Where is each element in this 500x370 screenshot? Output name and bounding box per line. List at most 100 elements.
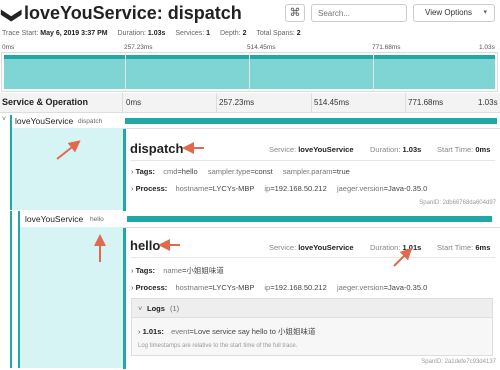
chevron-down-icon[interactable]: ˅ [2, 116, 6, 123]
minimap-gridline [373, 53, 374, 91]
process-row[interactable]: › Process: hostname=LYCYs-MBP ip=192.168… [131, 283, 427, 292]
span-row-dispatch[interactable]: ˅ loveYouService dispatch [0, 114, 500, 129]
log-value: Love service say hello to 小姐姐味道 [193, 327, 316, 336]
chevron-down-icon: ▾ [483, 9, 487, 16]
timeline-gridline [405, 93, 406, 112]
collapse-chevron-icon[interactable]: ❯ [0, 7, 25, 24]
detail-service: Service: loveYouService [269, 243, 354, 252]
divider [130, 160, 495, 161]
detail-start: Start Time: 0ms [437, 145, 490, 154]
services-label: Services: [175, 30, 205, 37]
total-spans-label: Total Spans: [256, 30, 295, 37]
service-color-stripe [10, 211, 12, 227]
process-row[interactable]: › Process: hostname=LYCYs-MBP ip=192.168… [131, 184, 427, 193]
detail-service-label: Service: [269, 243, 297, 252]
detail-start-value: 6ms [475, 243, 491, 252]
detail-duration: Duration: 1.03s [370, 145, 421, 154]
tag-key: sampler.type [207, 167, 251, 176]
detail-service-value: loveYouService [298, 145, 354, 154]
chevron-down-icon: ˅ [138, 304, 143, 313]
detail-duration-value: 1.03s [402, 145, 422, 154]
detail-service-label: Service: [269, 145, 297, 154]
trace-title: loveYouService: dispatch [24, 3, 242, 23]
depth-value: 2 [242, 30, 247, 37]
tag-value: true [336, 167, 350, 176]
detail-start-label: Start Time: [437, 243, 474, 252]
span-detail-title: hello [130, 238, 161, 253]
logs-count: (1) [170, 304, 180, 313]
logs-label: Logs [147, 304, 165, 313]
span-detail-title: dispatch [130, 141, 184, 156]
tag-key: name [163, 266, 182, 275]
process-key: hostname [175, 184, 209, 193]
service-color-stripe [10, 115, 12, 129]
view-options-button[interactable]: View Options ▾ [413, 4, 495, 22]
span-detail-hello: hello Service: loveYouService Duration: … [123, 227, 500, 369]
minimap-tick: 771.68ms [372, 44, 401, 51]
trace-meta: Trace Start: May 6, 2019 3:37 PM Duratio… [2, 30, 301, 37]
duration-label: Duration: [117, 30, 146, 37]
trace-header: ❯ loveYouService: dispatch ⌘ View Option… [0, 0, 500, 40]
span-detail-gutter [10, 128, 123, 210]
tag-value: hello [181, 167, 198, 176]
process-key: hostname [175, 283, 209, 292]
service-color-stripe [18, 211, 20, 227]
column-divider[interactable] [122, 93, 123, 112]
tag-key: sampler.param [282, 167, 333, 176]
trace-minimap[interactable] [1, 52, 498, 92]
detail-duration-label: Duration: [370, 145, 401, 154]
detail-start-value: 0ms [475, 145, 491, 154]
duration-value: 1.03s [147, 30, 166, 37]
detail-service: Service: loveYouService [269, 145, 354, 154]
process-label: Process: [135, 184, 168, 193]
span-operation-name: hello [90, 216, 104, 223]
service-color-stripe [10, 227, 12, 368]
span-duration-bar[interactable] [127, 216, 492, 222]
minimap-gridline [125, 53, 126, 91]
keyboard-shortcuts-button[interactable]: ⌘ [285, 4, 305, 22]
process-key: ip [264, 283, 271, 292]
span-duration-bar[interactable] [125, 118, 497, 124]
tag-key: cmd [163, 167, 178, 176]
divider [130, 257, 495, 258]
process-value: 192.168.50.212 [274, 283, 327, 292]
detail-service-value: loveYouService [298, 243, 354, 252]
logs-note: Log timestamps are relative to the start… [138, 343, 298, 349]
command-icon: ⌘ [289, 7, 301, 19]
services-value: 1 [206, 30, 211, 37]
log-entry[interactable]: › 1.01s: event=Love service say hello to… [138, 326, 316, 337]
tag-value: 小姐姐味道 [186, 266, 224, 275]
timeline-gridline [216, 93, 217, 112]
span-id: SpanID: 2a1defe7c93d4137 [421, 359, 496, 365]
tags-label: Tags: [135, 167, 156, 176]
depth-label: Depth: [220, 30, 241, 37]
process-value: Java-0.35.0 [388, 283, 428, 292]
detail-accent-bar [123, 228, 126, 369]
process-value: LYCYs-MBP [212, 283, 255, 292]
service-color-stripe [18, 227, 20, 368]
service-operation-column-title: Service & Operation [2, 97, 89, 107]
span-id: SpanID: 2db66768da604d97 [419, 200, 496, 206]
tags-row[interactable]: › Tags: cmd=hello sampler.type=const sam… [131, 167, 350, 176]
span-operation-name: dispatch [78, 118, 103, 125]
span-service-name: loveYouService [25, 214, 84, 224]
logs-panel: ˅ Logs (1) › 1.01s: event=Love service s… [131, 298, 493, 356]
timeline-tick: 514.45ms [314, 98, 350, 107]
process-key: jaeger.version [336, 184, 384, 193]
service-color-stripe [10, 128, 12, 210]
timeline-tick: 257.23ms [219, 98, 255, 107]
minimap-tick: 514.45ms [247, 44, 276, 51]
view-options-label: View Options [425, 8, 472, 17]
span-service-name: loveYouService [15, 116, 74, 126]
detail-start-label: Start Time: [437, 145, 474, 154]
logs-header[interactable]: ˅ Logs (1) [132, 299, 492, 318]
timeline-tick: 0ms [126, 98, 142, 107]
trace-start-value: May 6, 2019 3:37 PM [40, 30, 108, 37]
detail-duration-label: Duration: [370, 243, 401, 252]
tags-row[interactable]: › Tags: name=小姐姐味道 [131, 265, 224, 276]
search-input[interactable] [311, 4, 407, 22]
tag-value: const [254, 167, 273, 176]
span-row-hello[interactable]: loveYouService hello [0, 211, 500, 227]
minimap-gridline [249, 53, 250, 91]
detail-accent-bar [123, 129, 126, 211]
